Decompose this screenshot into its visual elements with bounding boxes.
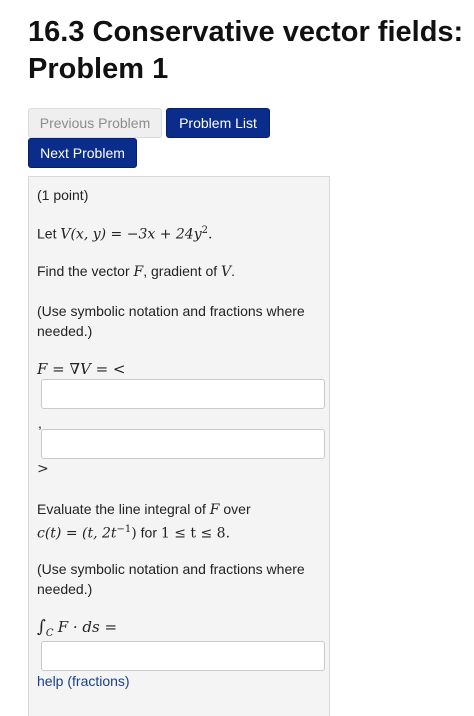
title-line-2: Problem 1 bbox=[28, 53, 169, 85]
curve-exponent: −1 bbox=[116, 524, 132, 535]
problem-panel: (1 point) Let V(x, y) = −3x + 24y2. Find… bbox=[28, 176, 330, 716]
line-integral-text: Evaluate the line integral of F over c(t… bbox=[37, 499, 251, 544]
find-gradient-text: Find the vector F, gradient of V. bbox=[37, 261, 235, 282]
curve-formula: c(t) = (t, 2t bbox=[37, 525, 117, 542]
notation-note-1: (Use symbolic notation and fractions whe… bbox=[37, 301, 305, 341]
integral-answer-input[interactable] bbox=[41, 641, 325, 671]
problem-list-button[interactable]: Problem List bbox=[166, 108, 270, 138]
integral-sign: ∫ bbox=[37, 617, 46, 637]
help-fractions-link[interactable]: help (fractions) bbox=[37, 671, 130, 691]
f-symbol-2: F bbox=[209, 502, 220, 518]
note1-line1: (Use symbolic notation and fractions whe… bbox=[37, 303, 305, 319]
previous-problem-button[interactable]: Previous Problem bbox=[28, 108, 162, 138]
v-end: . bbox=[208, 226, 213, 243]
next-problem-button[interactable]: Next Problem bbox=[28, 138, 137, 168]
gradient-text: , gradient of bbox=[143, 263, 218, 279]
gradient-y-input[interactable] bbox=[41, 429, 325, 459]
closing-angle: > bbox=[37, 461, 49, 477]
v-symbol: V bbox=[221, 264, 232, 280]
note1-line2: needed.) bbox=[37, 323, 93, 339]
period: . bbox=[231, 263, 236, 279]
integral-subscript: C bbox=[45, 628, 54, 639]
help-link-text[interactable]: help (fractions) bbox=[37, 673, 130, 689]
curve-close: ) bbox=[131, 525, 137, 542]
f-symbol: F bbox=[133, 264, 144, 280]
page-title: 16.3 Conservative vector fields: Problem… bbox=[28, 14, 474, 88]
gradient-expression: F = ∇V = < bbox=[37, 360, 126, 378]
integral-expression: ∫C F · ds = bbox=[37, 617, 117, 644]
gradient-x-input[interactable] bbox=[41, 379, 325, 409]
integral-formula: F · ds = bbox=[57, 618, 118, 636]
over-text: over bbox=[223, 501, 251, 517]
note2-line1: (Use symbolic notation and fractions whe… bbox=[37, 561, 305, 577]
parameter-range: 1 ≤ t ≤ 8. bbox=[160, 525, 231, 542]
for-text: for bbox=[140, 524, 157, 541]
find-text: Find the vector bbox=[37, 263, 130, 279]
eval-text: Evaluate the line integral of bbox=[37, 501, 206, 517]
title-line-1: 16.3 Conservative vector fields: bbox=[28, 16, 464, 48]
let-text: Let bbox=[37, 225, 57, 242]
note2-line2: needed.) bbox=[37, 581, 93, 597]
potential-definition: Let V(x, y) = −3x + 24y2. bbox=[37, 221, 212, 245]
notation-note-2: (Use symbolic notation and fractions whe… bbox=[37, 559, 305, 599]
v-formula: V(x, y) = −3x + 24y bbox=[60, 226, 202, 243]
points-label: (1 point) bbox=[37, 187, 89, 203]
